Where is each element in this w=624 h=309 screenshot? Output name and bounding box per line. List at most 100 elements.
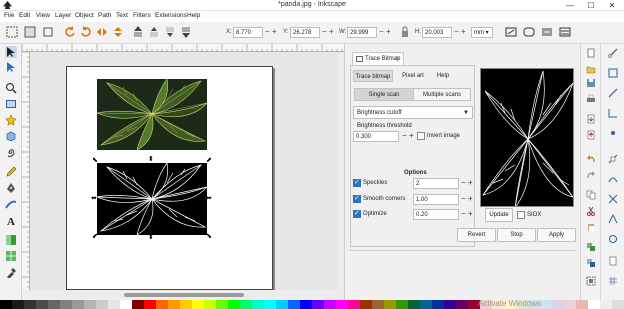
palette-swatch[interactable]	[312, 300, 324, 309]
w-decrement[interactable]: −	[379, 27, 384, 37]
threshold-increment[interactable]: +	[409, 131, 414, 141]
close-tab-icon[interactable]: ✕	[395, 53, 400, 65]
maximize-button[interactable]: ☐	[581, 0, 601, 11]
smooth-corners-checkbox[interactable]	[353, 195, 361, 203]
drawing-canvas[interactable]: ⬉ ⬍ ⬈ ⬌ ⬌ ⬋ ⬍ ⬊	[30, 52, 344, 290]
h-increment[interactable]: +	[461, 27, 466, 37]
y-input[interactable]: 26.278	[290, 27, 320, 38]
original-bitmap-image[interactable]	[97, 79, 207, 150]
palette-swatch[interactable]	[168, 300, 180, 309]
y-decrement[interactable]: −	[322, 27, 327, 37]
group-icon[interactable]	[586, 276, 596, 286]
close-button[interactable]: ✕	[602, 0, 622, 11]
save-icon[interactable]	[586, 78, 596, 88]
smooth-corners-decrement[interactable]: −	[461, 194, 466, 204]
export-icon[interactable]	[586, 130, 596, 140]
palette-swatch[interactable]	[372, 300, 384, 309]
tab-help[interactable]: Help	[432, 70, 454, 82]
palette-swatch[interactable]	[144, 300, 156, 309]
scale-handle-r[interactable]: ⬌	[206, 195, 212, 202]
horizontal-scrollbar[interactable]	[30, 290, 344, 298]
select-all-icon[interactable]	[6, 26, 18, 38]
gradient-tool-icon[interactable]	[5, 234, 17, 246]
snap-cusp-icon[interactable]	[608, 214, 618, 224]
palette-swatch[interactable]	[288, 300, 300, 309]
select-all-layers-icon[interactable]	[24, 26, 36, 38]
palette-swatch[interactable]	[612, 300, 624, 309]
speckles-checkbox[interactable]	[353, 179, 361, 187]
threshold-decrement[interactable]: −	[402, 131, 407, 141]
revert-button[interactable]: Revert	[457, 228, 496, 242]
threshold-input[interactable]: 0.300	[353, 131, 399, 142]
w-increment[interactable]: +	[386, 27, 391, 37]
optimize-increment[interactable]: +	[468, 209, 473, 219]
single-scan-button[interactable]: Single scan	[354, 88, 414, 101]
palette-swatch[interactable]	[12, 300, 24, 309]
palette-swatch[interactable]	[600, 300, 612, 309]
palette-swatch[interactable]	[192, 300, 204, 309]
smooth-corners-input[interactable]: 1.00	[413, 194, 459, 205]
star-tool-icon[interactable]	[5, 114, 17, 126]
palette-swatch[interactable]	[108, 300, 120, 309]
scale-stroke-icon[interactable]	[505, 26, 517, 38]
trace-bitmap-dock-tab[interactable]: Trace Bitmap ✕	[352, 52, 404, 65]
menu-help[interactable]: Help	[187, 12, 200, 19]
h-decrement[interactable]: −	[454, 27, 459, 37]
menu-filters[interactable]: Filters	[133, 12, 151, 19]
traced-bitmap-image[interactable]	[97, 163, 207, 235]
palette-swatch[interactable]	[204, 300, 216, 309]
enable-snapping-icon[interactable]	[608, 48, 618, 58]
rotate-cw-icon[interactable]	[80, 26, 92, 38]
node-tool-icon[interactable]	[5, 61, 17, 73]
cut-icon[interactable]	[586, 206, 596, 216]
h-input[interactable]: 20.003	[422, 27, 452, 38]
snap-grid-icon[interactable]	[608, 276, 618, 286]
spiral-tool-icon[interactable]	[5, 146, 17, 158]
palette-swatch[interactable]	[132, 300, 144, 309]
snap-smooth-icon[interactable]	[608, 234, 618, 244]
import-icon[interactable]	[586, 114, 596, 124]
palette-swatch[interactable]	[456, 300, 468, 309]
move-patterns-icon[interactable]	[559, 26, 571, 38]
minimize-button[interactable]: —	[560, 0, 580, 11]
palette-swatch[interactable]	[396, 300, 408, 309]
palette-swatch[interactable]	[360, 300, 372, 309]
palette-swatch[interactable]	[432, 300, 444, 309]
palette-swatch[interactable]	[384, 300, 396, 309]
palette-swatch[interactable]	[216, 300, 228, 309]
stop-button[interactable]: Stop	[497, 228, 536, 242]
optimize-checkbox[interactable]	[353, 210, 361, 218]
smooth-corners-increment[interactable]: +	[468, 194, 473, 204]
flip-horizontal-icon[interactable]	[96, 26, 108, 38]
palette-swatch[interactable]	[60, 300, 72, 309]
rotate-ccw-icon[interactable]	[64, 26, 76, 38]
invert-image-checkbox[interactable]	[417, 132, 425, 140]
rectangle-tool-icon[interactable]	[5, 98, 17, 110]
paste-icon[interactable]	[586, 222, 596, 232]
palette-swatch[interactable]	[588, 300, 600, 309]
raise-to-top-icon[interactable]	[132, 26, 144, 38]
new-document-icon[interactable]	[586, 48, 596, 58]
duplicate-icon[interactable]	[586, 242, 596, 252]
scrollbar-thumb[interactable]	[124, 293, 244, 297]
palette-swatch[interactable]	[552, 300, 564, 309]
lower-to-bottom-icon[interactable]	[180, 26, 192, 38]
palette-swatch[interactable]	[276, 300, 288, 309]
scale-handle-tl[interactable]: ⬉	[92, 157, 98, 164]
dropper-tool-icon[interactable]	[5, 266, 17, 278]
siox-checkbox[interactable]	[517, 211, 525, 219]
palette-swatch[interactable]	[264, 300, 276, 309]
scale-handle-bl[interactable]: ⬋	[92, 233, 98, 240]
snap-page-icon[interactable]	[608, 256, 618, 266]
menu-path[interactable]: Path	[98, 12, 111, 19]
zoom-tool-icon[interactable]	[5, 82, 17, 94]
menu-file[interactable]: File	[4, 12, 14, 19]
scale-handle-t[interactable]: ⬍	[148, 156, 154, 163]
update-preview-button[interactable]: Update	[485, 208, 513, 222]
palette-swatch[interactable]	[540, 300, 552, 309]
palette-swatch[interactable]	[36, 300, 48, 309]
tab-trace-bitmap[interactable]: Trace bitmap	[353, 70, 393, 82]
snap-bbox-corner-icon[interactable]	[608, 108, 618, 118]
menu-edit[interactable]: Edit	[19, 12, 30, 19]
scale-corners-icon[interactable]	[523, 26, 535, 38]
